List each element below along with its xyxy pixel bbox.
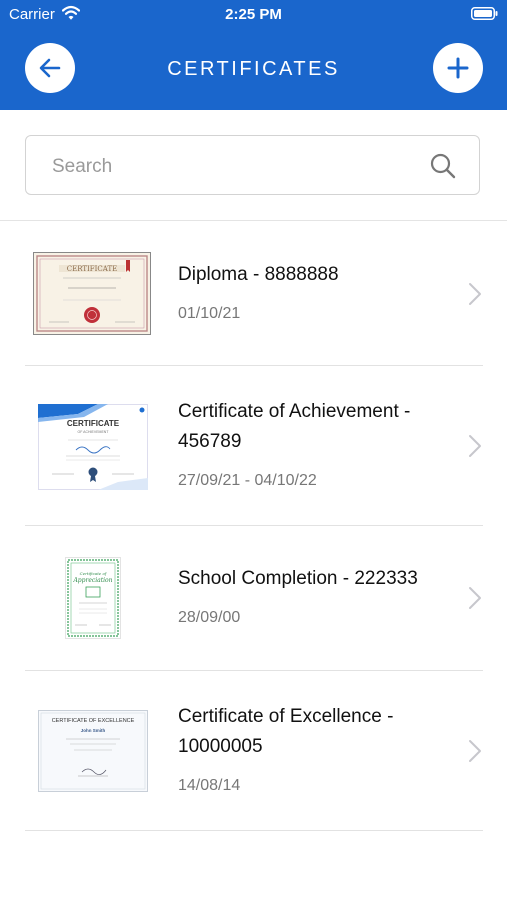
school-completion-thumbnail: Certificate of Appreciation [65, 557, 121, 639]
list-separator [25, 525, 483, 526]
svg-text:Certificate of: Certificate of [80, 571, 108, 576]
certificate-item-achievement[interactable]: CERTIFICATE OF ACHIEVEMENT Certificate o… [0, 367, 507, 527]
certificate-date: 27/09/21 - 04/10/22 [178, 472, 317, 489]
certificate-item-diploma[interactable]: CERTIFICATE Diploma - 8888888 01/10/21 [0, 222, 507, 367]
chevron-right-icon [469, 435, 481, 457]
certificate-item-school-completion[interactable]: Certificate of Appreciation School Compl… [0, 527, 507, 672]
certificate-title: School Completion - 222333 [178, 568, 418, 589]
excellence-thumbnail: CERTIFICATE OF EXCELLENCE John Smith [38, 710, 148, 792]
svg-text:CERTIFICATE: CERTIFICATE [67, 265, 117, 273]
chevron-right-icon [469, 587, 481, 609]
search-icon[interactable] [429, 152, 457, 180]
svg-text:Appreciation: Appreciation [72, 577, 112, 584]
search-bar [25, 135, 480, 195]
certificate-date: 28/09/00 [178, 609, 241, 626]
certificate-title: Certificate of Achievement - 456789 [178, 401, 411, 452]
chevron-right-icon [469, 283, 481, 305]
list-separator [25, 670, 483, 671]
status-time: 2:25 PM [225, 6, 282, 23]
svg-text:OF ACHIEVEMENT: OF ACHIEVEMENT [78, 430, 110, 434]
certificate-item-excellence[interactable]: CERTIFICATE OF EXCELLENCE John Smith Cer… [0, 672, 507, 832]
certificate-date: 01/10/21 [178, 305, 241, 322]
search-divider [0, 220, 507, 221]
app-header: Carrier 2:25 PM CERTIFICATES [0, 0, 507, 110]
svg-text:CERTIFICATE OF EXCELLENCE: CERTIFICATE OF EXCELLENCE [52, 718, 135, 724]
page-title: CERTIFICATES [167, 58, 340, 80]
certificate-title: Diploma - 8888888 [178, 264, 339, 285]
svg-text:CERTIFICATE: CERTIFICATE [67, 419, 120, 428]
add-certificate-button[interactable] [433, 43, 483, 93]
status-bar: Carrier 2:25 PM [0, 0, 507, 30]
svg-text:John Smith: John Smith [81, 728, 106, 733]
list-separator [25, 830, 483, 831]
certificate-title: Certificate of Excellence - 10000005 [178, 706, 394, 757]
search-input[interactable] [50, 150, 434, 184]
list-separator [25, 365, 483, 366]
chevron-right-icon [469, 740, 481, 762]
achievement-thumbnail: CERTIFICATE OF ACHIEVEMENT [38, 404, 148, 490]
diploma-thumbnail: CERTIFICATE [33, 252, 151, 335]
certificate-date: 14/08/14 [178, 777, 241, 794]
plus-icon [447, 57, 469, 79]
battery-icon [471, 7, 498, 20]
